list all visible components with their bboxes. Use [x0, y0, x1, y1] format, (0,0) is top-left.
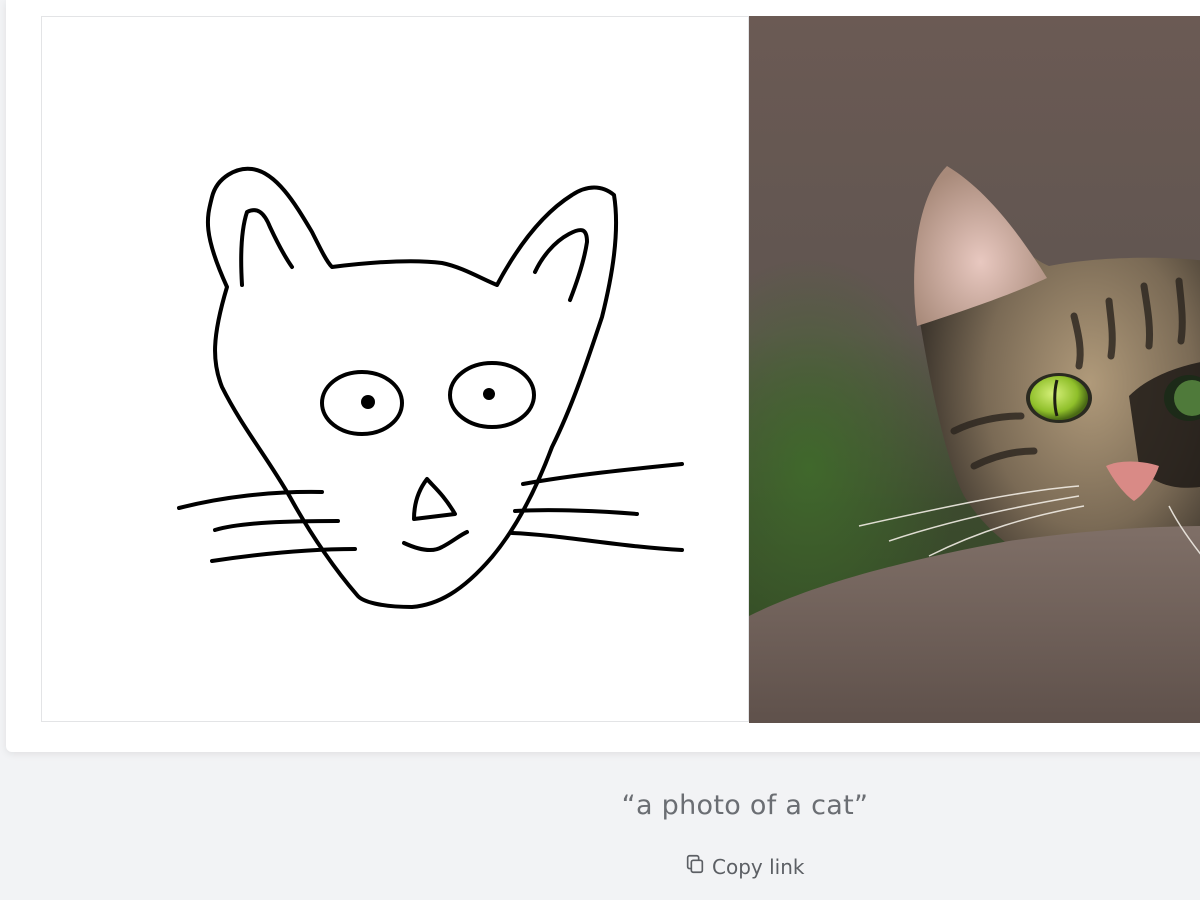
copy-icon [684, 853, 706, 880]
cat-sketch-icon [177, 166, 684, 609]
copy-link-label: Copy link [712, 854, 805, 879]
cat-photo [749, 16, 1200, 723]
prompt-caption: “a photo of a cat” [621, 790, 869, 821]
cat-photo-icon [749, 16, 1200, 723]
result-card [6, 0, 1200, 752]
copy-link-button[interactable]: Copy link [684, 853, 804, 880]
sketch-panel [41, 16, 749, 722]
